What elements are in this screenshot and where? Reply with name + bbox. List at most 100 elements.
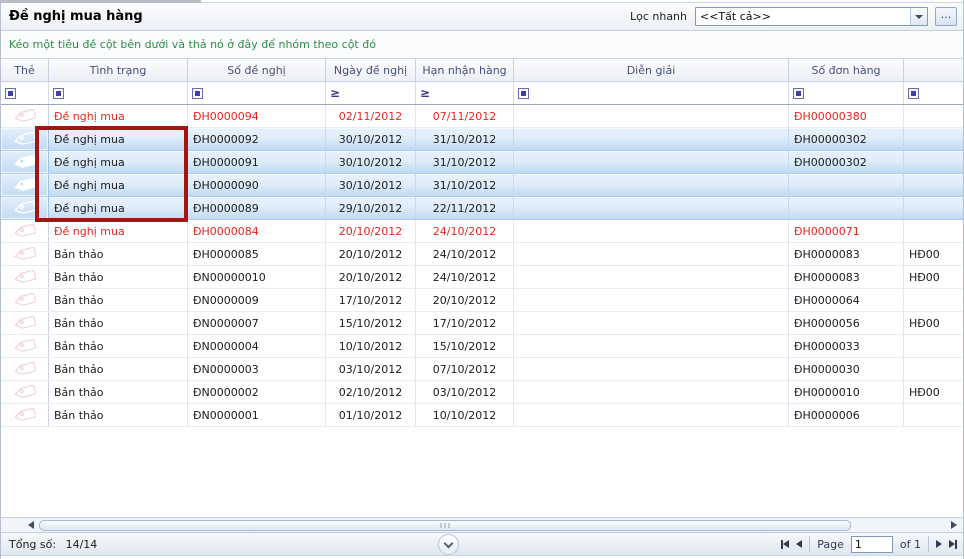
cell-han-nhan-hang[interactable]: 07/10/2012	[416, 358, 514, 380]
next-page-button[interactable]	[936, 540, 942, 548]
cell-ngay-de-nghi[interactable]: 20/10/2012	[326, 243, 416, 265]
cell-dien-giai[interactable]	[514, 312, 789, 334]
greater-equal-filter-icon[interactable]: ≥	[330, 88, 340, 98]
page-number-input[interactable]	[851, 536, 893, 553]
column-header-so-don-hang[interactable]: Số đơn hàng	[789, 59, 904, 82]
cell-extra[interactable]	[904, 128, 964, 150]
cell-ngay-de-nghi[interactable]: 20/10/2012	[326, 266, 416, 288]
cell-the[interactable]	[1, 381, 49, 403]
expand-panel-button[interactable]	[438, 534, 459, 555]
cell-dien-giai[interactable]	[514, 128, 789, 150]
table-row[interactable]: Bản thảoĐN000000303/10/201207/10/2012ĐH0…	[1, 358, 964, 381]
cell-so-de-nghi[interactable]: ĐN0000001	[188, 404, 326, 426]
cell-so-don-hang[interactable]: ĐH0000083	[789, 243, 904, 265]
cell-ngay-de-nghi[interactable]: 30/10/2012	[326, 151, 416, 173]
cell-the[interactable]	[1, 197, 49, 219]
filter-cell-dien-giai[interactable]	[514, 82, 789, 104]
cell-ngay-de-nghi[interactable]: 10/10/2012	[326, 335, 416, 357]
column-header-dien-giai[interactable]: Diễn giải	[514, 59, 789, 82]
cell-so-de-nghi[interactable]: ĐN0000002	[188, 381, 326, 403]
cell-tinh-trang[interactable]: Bản thảo	[49, 358, 188, 380]
cell-so-de-nghi[interactable]: ĐN0000004	[188, 335, 326, 357]
cell-so-don-hang[interactable]: ĐH0000006	[789, 404, 904, 426]
filter-box-icon[interactable]	[518, 88, 529, 99]
cell-the[interactable]	[1, 358, 49, 380]
cell-han-nhan-hang[interactable]: 31/10/2012	[416, 174, 514, 196]
cell-tinh-trang[interactable]: Đề nghị mua	[49, 151, 188, 173]
cell-so-de-nghi[interactable]: ĐH0000084	[188, 220, 326, 242]
column-header-extra[interactable]	[904, 59, 964, 82]
cell-so-de-nghi[interactable]: ĐH0000089	[188, 197, 326, 219]
cell-extra[interactable]	[904, 358, 964, 380]
cell-han-nhan-hang[interactable]: 20/10/2012	[416, 289, 514, 311]
group-by-panel[interactable]: Kéo một tiêu đề cột bên dưới và thả nó ở…	[1, 31, 963, 59]
table-row[interactable]: Bản thảoĐN000000917/10/201220/10/2012ĐH0…	[1, 289, 964, 312]
cell-the[interactable]	[1, 105, 49, 127]
table-row[interactable]: Bản thảoĐH000008520/10/201224/10/2012ĐH0…	[1, 243, 964, 266]
column-header-ngay-de-nghi[interactable]: Ngày đề nghị	[326, 59, 416, 82]
cell-so-don-hang[interactable]: ĐH0000056	[789, 312, 904, 334]
cell-dien-giai[interactable]	[514, 404, 789, 426]
cell-the[interactable]	[1, 220, 49, 242]
cell-han-nhan-hang[interactable]: 15/10/2012	[416, 335, 514, 357]
cell-so-don-hang[interactable]: ĐH0000064	[789, 289, 904, 311]
cell-the[interactable]	[1, 243, 49, 265]
cell-so-de-nghi[interactable]: ĐN0000009	[188, 289, 326, 311]
cell-han-nhan-hang[interactable]: 03/10/2012	[416, 381, 514, 403]
cell-tinh-trang[interactable]: Đề nghị mua	[49, 220, 188, 242]
cell-extra[interactable]	[904, 197, 964, 219]
cell-dien-giai[interactable]	[514, 105, 789, 127]
greater-equal-filter-icon[interactable]: ≥	[420, 88, 430, 98]
cell-han-nhan-hang[interactable]: 07/11/2012	[416, 105, 514, 127]
cell-ngay-de-nghi[interactable]: 30/10/2012	[326, 128, 416, 150]
cell-dien-giai[interactable]	[514, 335, 789, 357]
cell-tinh-trang[interactable]: Bản thảo	[49, 312, 188, 334]
table-row[interactable]: Đề nghị muaĐH000009230/10/201231/10/2012…	[1, 128, 964, 151]
cell-so-don-hang[interactable]: ĐH00000302	[789, 128, 904, 150]
column-header-han-nhan-hang[interactable]: Hạn nhận hàng	[416, 59, 514, 82]
cell-so-de-nghi[interactable]: ĐN0000007	[188, 312, 326, 334]
horizontal-scrollbar-thumb[interactable]	[39, 520, 851, 531]
cell-so-don-hang[interactable]: ĐH0000071	[789, 220, 904, 242]
cell-ngay-de-nghi[interactable]: 17/10/2012	[326, 289, 416, 311]
cell-ngay-de-nghi[interactable]: 29/10/2012	[326, 197, 416, 219]
cell-extra[interactable]: HĐ00	[904, 243, 964, 265]
cell-the[interactable]	[1, 312, 49, 334]
cell-dien-giai[interactable]	[514, 266, 789, 288]
cell-ngay-de-nghi[interactable]: 15/10/2012	[326, 312, 416, 334]
last-page-button[interactable]	[949, 540, 957, 549]
table-row[interactable]: Bản thảoĐN000000202/10/201203/10/2012ĐH0…	[1, 381, 964, 404]
table-row[interactable]: Bản thảoĐN0000001020/10/201224/10/2012ĐH…	[1, 266, 964, 289]
cell-so-de-nghi[interactable]: ĐN0000003	[188, 358, 326, 380]
filter-box-icon[interactable]	[5, 88, 16, 99]
cell-tinh-trang[interactable]: Bản thảo	[49, 266, 188, 288]
column-header-the[interactable]: Thẻ	[1, 59, 49, 82]
cell-dien-giai[interactable]	[514, 151, 789, 173]
table-row[interactable]: Đề nghị muaĐH000009130/10/201231/10/2012…	[1, 151, 964, 174]
cell-the[interactable]	[1, 266, 49, 288]
cell-dien-giai[interactable]	[514, 174, 789, 196]
scroll-right-arrow-icon[interactable]	[951, 521, 957, 529]
cell-tinh-trang[interactable]: Đề nghị mua	[49, 128, 188, 150]
table-row[interactable]: Bản thảoĐN000000410/10/201215/10/2012ĐH0…	[1, 335, 964, 358]
quick-filter-value[interactable]: <<Tất cả>>	[696, 8, 910, 25]
scroll-left-arrow-icon[interactable]	[28, 521, 34, 529]
cell-ngay-de-nghi[interactable]: 01/10/2012	[326, 404, 416, 426]
cell-so-don-hang[interactable]	[789, 197, 904, 219]
table-row[interactable]: Đề nghị muaĐH000008420/10/201224/10/2012…	[1, 220, 964, 243]
column-header-so-de-nghi[interactable]: Số đề nghị	[188, 59, 326, 82]
cell-han-nhan-hang[interactable]: 17/10/2012	[416, 312, 514, 334]
cell-tinh-trang[interactable]: Đề nghị mua	[49, 197, 188, 219]
first-page-button[interactable]	[781, 540, 789, 549]
table-row[interactable]: Đề nghị muaĐH000009402/11/201207/11/2012…	[1, 105, 964, 128]
cell-han-nhan-hang[interactable]: 22/11/2012	[416, 197, 514, 219]
cell-han-nhan-hang[interactable]: 24/10/2012	[416, 220, 514, 242]
cell-the[interactable]	[1, 289, 49, 311]
filter-cell-so-de-nghi[interactable]	[188, 82, 326, 104]
cell-ngay-de-nghi[interactable]: 03/10/2012	[326, 358, 416, 380]
quick-filter-combobox[interactable]: <<Tất cả>>	[695, 7, 928, 26]
cell-dien-giai[interactable]	[514, 289, 789, 311]
cell-so-de-nghi[interactable]: ĐH0000091	[188, 151, 326, 173]
cell-ngay-de-nghi[interactable]: 02/10/2012	[326, 381, 416, 403]
cell-so-de-nghi[interactable]: ĐH0000094	[188, 105, 326, 127]
